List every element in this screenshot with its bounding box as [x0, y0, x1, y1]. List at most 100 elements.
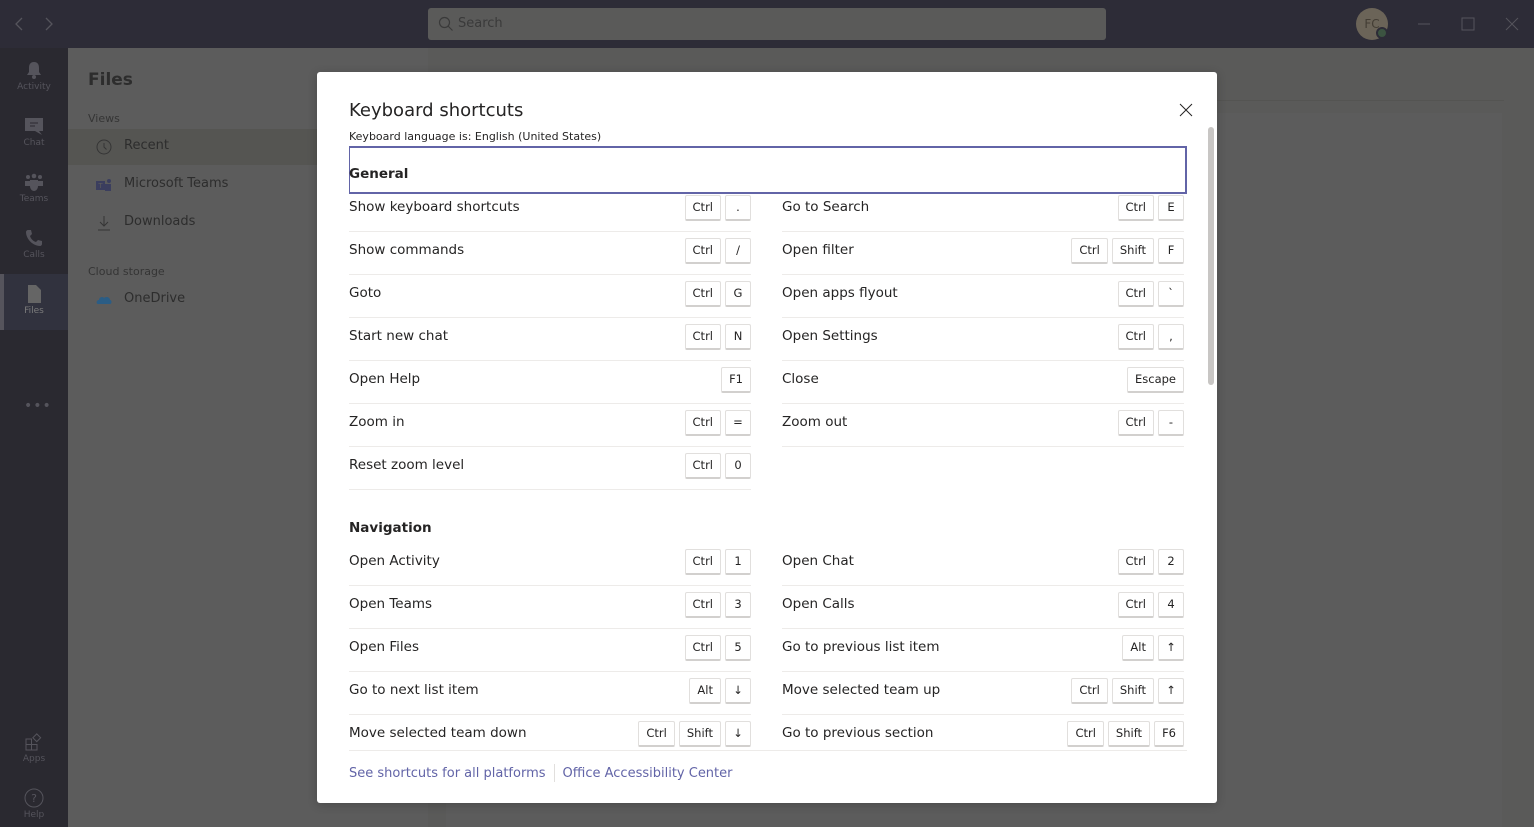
- rail-label: Apps: [22, 754, 46, 764]
- shortcut-row-open-activity: Open Activity Ctrl 1: [349, 543, 751, 586]
- dialog-title: Keyboard shortcuts: [349, 100, 524, 121]
- search-input[interactable]: Search: [428, 8, 1106, 40]
- rail-item-activity[interactable]: Activity: [0, 50, 68, 106]
- shortcut-row-open-apps-flyout: Open apps flyout Ctrl `: [782, 275, 1184, 318]
- key-combination: Ctrl 2: [1117, 549, 1184, 575]
- search-icon: [438, 16, 453, 31]
- cloud-storage-label: Cloud storage: [88, 265, 165, 278]
- files-item-label: Microsoft Teams: [124, 176, 229, 191]
- key-cap: Alt: [689, 678, 721, 704]
- shortcut-row-go-to-search: Go to Search Ctrl E: [782, 189, 1184, 232]
- keyboard-shortcuts-dialog: Keyboard shortcuts Keyboard language is:…: [317, 72, 1217, 803]
- svg-text:?: ?: [31, 792, 37, 805]
- search-placeholder: Search: [458, 16, 503, 31]
- key-combination: F1: [721, 367, 751, 393]
- back-button[interactable]: [10, 14, 30, 34]
- key-cap: Ctrl: [684, 592, 721, 618]
- footer-divider: [349, 750, 1187, 751]
- key-cap: Ctrl: [684, 281, 721, 307]
- key-combination: Escape: [1126, 367, 1184, 393]
- key-cap: Ctrl: [1071, 238, 1108, 264]
- maximize-icon: [1461, 17, 1475, 31]
- key-combination: Ctrl 4: [1117, 592, 1184, 618]
- shortcut-row-open-chat: Open Chat Ctrl 2: [782, 543, 1184, 586]
- key-cap: F: [1158, 238, 1184, 264]
- shortcut-row-reset-zoom-level: Reset zoom level Ctrl 0: [349, 447, 751, 490]
- bell-icon: [27, 62, 41, 79]
- shortcut-row-go-to-previous-section: Go to previous section Ctrl Shift F6: [782, 715, 1184, 750]
- key-cap: -: [1158, 410, 1184, 436]
- shortcut-label: Open Files: [349, 639, 419, 655]
- chat-icon: [25, 118, 43, 135]
- key-combination: Ctrl Shift ↓: [638, 721, 751, 747]
- shortcut-row-goto: Goto Ctrl G: [349, 275, 751, 318]
- shortcut-label: Zoom in: [349, 414, 405, 430]
- dialog-close-button[interactable]: [1177, 101, 1195, 119]
- shortcut-label: Open Calls: [782, 596, 855, 612]
- minimize-button[interactable]: [1414, 14, 1434, 34]
- onedrive-icon: [96, 296, 112, 304]
- chevron-left-icon: [15, 17, 23, 31]
- shortcut-row-start-new-chat: Start new chat Ctrl N: [349, 318, 751, 361]
- key-cap: Ctrl: [1117, 410, 1154, 436]
- rail-item-chat[interactable]: Chat: [0, 106, 68, 162]
- window-close-button[interactable]: [1502, 14, 1522, 34]
- key-combination: Ctrl Shift F6: [1067, 721, 1184, 747]
- key-combination: Ctrl G: [684, 281, 751, 307]
- rail-item-help[interactable]: ? Help: [0, 778, 68, 827]
- shortcut-row-open-filter: Open filter Ctrl Shift F: [782, 232, 1184, 275]
- key-combination: Alt ↑: [1122, 635, 1184, 661]
- key-cap: E: [1158, 195, 1184, 221]
- rail-item-calls[interactable]: Calls: [0, 218, 68, 274]
- rail-label: Calls: [23, 250, 45, 260]
- shortcut-label: Go to previous list item: [782, 639, 940, 655]
- key-cap: 2: [1158, 549, 1184, 575]
- files-item-label: OneDrive: [124, 291, 186, 306]
- key-combination: Ctrl Shift F: [1071, 238, 1184, 264]
- shortcut-label: Show commands: [349, 242, 465, 258]
- see-all-platforms-link[interactable]: See shortcuts for all platforms: [349, 766, 546, 781]
- shortcut-row-open-calls: Open Calls Ctrl 4: [782, 586, 1184, 629]
- rail-item-apps[interactable]: Apps: [0, 722, 68, 778]
- rail-item-teams[interactable]: Teams: [0, 162, 68, 218]
- key-cap: `: [1158, 281, 1184, 307]
- key-cap: Ctrl: [1067, 721, 1104, 747]
- app-rail: Activity Chat Teams Calls Files ••• Apps…: [0, 48, 68, 827]
- download-icon: [98, 216, 110, 231]
- shortcut-label: Open Settings: [782, 328, 878, 344]
- shortcut-label: Open Chat: [782, 553, 854, 569]
- key-cap: 1: [725, 549, 751, 575]
- key-combination: Ctrl Shift ↑: [1071, 678, 1184, 704]
- help-icon: ?: [24, 788, 44, 808]
- views-label: Views: [88, 112, 120, 125]
- key-cap: Ctrl: [684, 238, 721, 264]
- shortcut-label: Goto: [349, 285, 382, 301]
- shortcut-row-open-settings: Open Settings Ctrl,: [782, 318, 1184, 361]
- key-cap: F6: [1154, 721, 1184, 747]
- rail-label: Teams: [19, 194, 49, 204]
- key-combination: Ctrl 3: [684, 592, 751, 618]
- title-bar: Search FC: [0, 0, 1534, 48]
- maximize-button[interactable]: [1458, 14, 1478, 34]
- shortcut-label: Show keyboard shortcuts: [349, 199, 520, 215]
- close-icon: [1179, 103, 1193, 117]
- dialog-scrollbar[interactable]: [1208, 127, 1214, 385]
- rail-item-files[interactable]: Files: [0, 274, 68, 330]
- key-combination: Ctrl 0: [684, 453, 751, 479]
- chevron-right-icon: [45, 17, 53, 31]
- clock-icon: [96, 139, 112, 155]
- shortcut-row-open-files: Open Files Ctrl 5: [349, 629, 751, 672]
- key-combination: Ctrl =: [684, 410, 751, 436]
- rail-label: Activity: [17, 82, 51, 92]
- more-apps-button[interactable]: •••: [24, 398, 52, 414]
- key-cap: N: [725, 324, 751, 350]
- forward-button[interactable]: [38, 14, 58, 34]
- shortcut-label: Open filter: [782, 242, 854, 258]
- shortcut-row-move-selected-team-up: Move selected team up Ctrl Shift ↑: [782, 672, 1184, 715]
- key-cap: Ctrl: [684, 635, 721, 661]
- key-cap: Ctrl: [1117, 549, 1154, 575]
- office-accessibility-center-link[interactable]: Office Accessibility Center: [563, 766, 733, 781]
- phone-icon: [26, 230, 42, 246]
- key-cap: ↓: [725, 678, 751, 704]
- key-cap: Ctrl: [684, 324, 721, 350]
